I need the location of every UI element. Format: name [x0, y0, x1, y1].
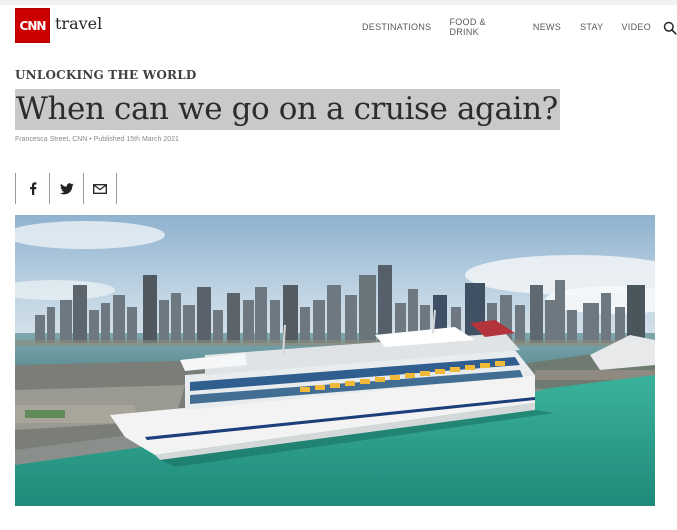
facebook-share-button[interactable]	[15, 173, 49, 204]
hero-image	[15, 215, 655, 506]
twitter-icon	[59, 182, 74, 195]
article-headline: When can we go on a cruise again?	[16, 91, 558, 127]
site-header: CNN travel DESTINATIONS FOOD & DRINK NEW…	[0, 5, 677, 45]
nav-stay[interactable]: STAY	[580, 22, 603, 32]
cnn-logo[interactable]: CNN	[15, 8, 50, 43]
share-bar	[15, 173, 117, 204]
nav-food-drink[interactable]: FOOD & DRINK	[449, 17, 514, 37]
logo-text: CNN	[19, 18, 47, 33]
nav-news[interactable]: NEWS	[533, 22, 561, 32]
nav-video[interactable]: VIDEO	[621, 22, 651, 32]
article-byline: Francesca Street, CNN • Published 15th M…	[15, 136, 179, 143]
email-share-button[interactable]	[83, 173, 117, 204]
headline-highlight: When can we go on a cruise again?	[15, 89, 560, 130]
email-icon	[93, 183, 107, 194]
twitter-share-button[interactable]	[49, 173, 83, 204]
nav-destinations[interactable]: DESTINATIONS	[362, 22, 431, 32]
facebook-icon	[29, 182, 37, 195]
search-icon[interactable]	[663, 21, 677, 35]
article-kicker[interactable]: UNLOCKING THE WORLD	[15, 68, 196, 82]
main-nav: DESTINATIONS FOOD & DRINK NEWS STAY VIDE…	[362, 17, 677, 37]
section-name[interactable]: travel	[55, 14, 102, 33]
